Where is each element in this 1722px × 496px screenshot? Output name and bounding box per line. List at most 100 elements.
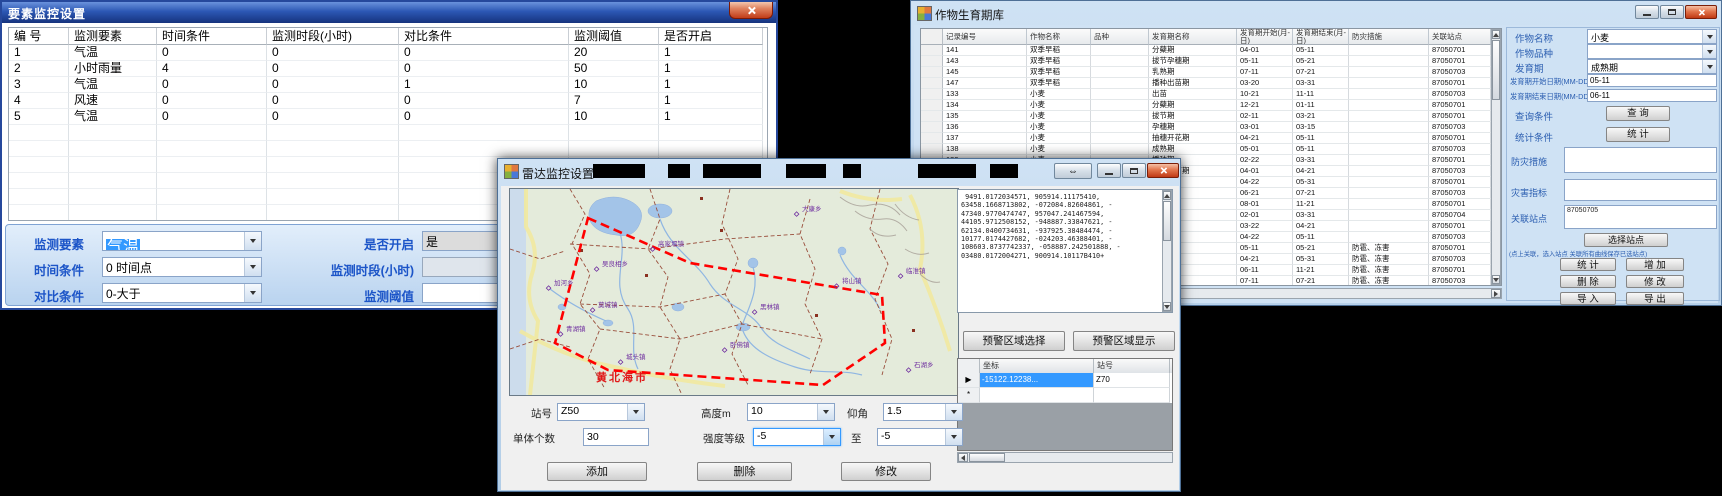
select-station-button[interactable]: 选择站点 [1584, 233, 1668, 247]
minimize-button[interactable] [1635, 5, 1659, 19]
table-row[interactable]: 5气温000101 [9, 109, 767, 125]
intensity-to-combobox[interactable]: -5 [877, 428, 963, 446]
chevron-down-icon[interactable] [823, 429, 840, 445]
table-vertical-scrollbar[interactable] [1491, 29, 1501, 285]
compare-condition-combobox[interactable]: 0-大于 [102, 283, 262, 303]
grid-horizontal-scrollbar[interactable] [957, 452, 1173, 463]
chevron-down-icon[interactable] [945, 429, 962, 445]
stat-button[interactable]: 统 计 [1606, 127, 1670, 142]
crop-name-combobox[interactable]: 小麦 [1587, 29, 1717, 44]
column-header[interactable]: 品种 [1091, 29, 1149, 45]
column-header[interactable]: 时间条件 [157, 28, 267, 45]
add-button[interactable]: 添加 [547, 462, 647, 481]
station-combobox[interactable]: Z50 [557, 403, 645, 421]
column-header[interactable] [958, 359, 980, 373]
maximize-button[interactable] [1122, 163, 1146, 178]
table-row[interactable]: 135小麦拔节期02-1103-2187050701 [921, 111, 1501, 122]
chevron-down-icon[interactable] [817, 404, 834, 420]
scroll-up-icon[interactable] [1163, 191, 1171, 200]
close-button[interactable] [729, 2, 773, 19]
stat-action-button[interactable]: 统 计 [1560, 258, 1616, 271]
delete-button[interactable]: 删除 [697, 462, 792, 481]
scroll-down-icon[interactable] [1163, 302, 1171, 311]
column-header[interactable]: 坐标 [980, 359, 1094, 373]
scroll-left-icon[interactable] [958, 453, 968, 462]
chevron-down-icon[interactable] [244, 232, 261, 250]
column-header[interactable]: 监测时段(小时) [267, 28, 399, 45]
table-row[interactable]: 134小麦分蘖期12-2101-1187050701 [921, 100, 1501, 111]
table-row[interactable]: ▶-15122.12238...Z70 [958, 373, 1172, 388]
chevron-down-icon[interactable] [945, 404, 962, 420]
table-row[interactable]: 136小麦孕穗期03-0103-1587050703 [921, 122, 1501, 133]
stations-textarea[interactable]: 87050705 [1564, 205, 1717, 229]
column-header[interactable]: 是否开启 [659, 28, 763, 45]
maximize-button[interactable] [1660, 5, 1684, 19]
modify-action-button[interactable]: 修 改 [1626, 275, 1684, 288]
minimize-button[interactable] [1097, 163, 1121, 178]
column-header[interactable]: 监测阈值 [569, 28, 659, 45]
add-action-button[interactable]: 增 加 [1626, 258, 1684, 271]
column-header[interactable]: 发育期开始(月-日) [1237, 29, 1293, 45]
crop-variety-combobox[interactable] [1587, 44, 1717, 59]
column-header[interactable]: 发育期名称 [1149, 29, 1237, 45]
titlebar[interactable]: 要素监控设置 [2, 2, 776, 23]
table-row[interactable]: 4风速00071 [9, 93, 767, 109]
table-row[interactable]: 137小麦抽穗开花期04-2105-1187050701 [921, 133, 1501, 144]
table-row[interactable]: 133小麦出苗10-2111-1187050703 [921, 89, 1501, 100]
element-combobox[interactable]: 气温 [102, 231, 262, 251]
modify-button[interactable]: 修改 [841, 462, 931, 481]
table-row[interactable]: 147双季早稻播种出苗期03-2003-3187050701 [921, 78, 1501, 89]
column-header[interactable]: 发育期结束(月-日) [1293, 29, 1349, 45]
cell-count-input[interactable]: 30 [583, 428, 649, 446]
column-header[interactable]: 记录编号 [943, 29, 1027, 45]
table-row[interactable]: * [958, 388, 1172, 403]
table-row[interactable]: 143双季早稻拔节孕穗期05-1105-2187050701 [921, 56, 1501, 67]
scroll-down-icon[interactable] [1492, 275, 1500, 284]
column-header[interactable] [921, 29, 943, 45]
scroll-up-icon[interactable] [1492, 30, 1500, 39]
coords-vertical-scrollbar[interactable] [1162, 190, 1172, 312]
measures-textarea[interactable] [1564, 147, 1717, 173]
height-combobox[interactable]: 10 [747, 403, 835, 421]
close-button[interactable] [1685, 5, 1717, 19]
chevron-down-icon[interactable] [627, 404, 644, 420]
chevron-down-icon[interactable] [1702, 45, 1716, 58]
query-button[interactable]: 查 询 [1606, 106, 1670, 121]
polygon-coordinates-textarea[interactable]: 9491.0172034571, 905914.11175410, 63458.… [957, 189, 1173, 313]
table-row[interactable]: 145双季早稻乳熟期07-1107-2187050703 [921, 67, 1501, 78]
indicator-textarea[interactable] [1564, 179, 1717, 201]
time-condition-combobox[interactable]: 0 时间点 [102, 257, 262, 277]
delete-action-button[interactable]: 删 除 [1560, 275, 1616, 288]
intensity-combobox[interactable]: -5 [753, 428, 841, 446]
table-row[interactable] [9, 141, 767, 157]
chevron-down-icon[interactable] [1702, 30, 1716, 43]
table-row[interactable]: 2小时雨量400501 [9, 61, 767, 77]
table-row[interactable]: 138小麦成熟期05-0105-1187050703 [921, 144, 1501, 155]
swap-view-button[interactable]: ⇔ [1054, 163, 1092, 179]
column-header[interactable]: 防灾措施 [1349, 29, 1429, 45]
table-row[interactable]: 1气温000201 [9, 45, 767, 61]
table-row[interactable]: 3气温001101 [9, 77, 767, 93]
export-action-button[interactable]: 导 出 [1626, 292, 1684, 305]
stage-end-input[interactable]: 06-11 [1587, 89, 1717, 102]
map[interactable]: 黄北海市 高家堰镇吴良相乡加河乡莫城镇将山镇临淮镇大康乡卧佛镇石湖乡城头镇青湖镇… [509, 188, 959, 396]
chevron-down-icon[interactable] [244, 258, 261, 276]
chevron-down-icon[interactable] [1702, 60, 1716, 73]
column-header[interactable]: 关联站点 [1429, 29, 1491, 45]
import-action-button[interactable]: 导 入 [1560, 292, 1616, 305]
scroll-thumb[interactable] [969, 453, 1005, 462]
column-header[interactable]: 编 号 [9, 28, 69, 45]
warning-area-select-button[interactable]: 预警区域选择 [963, 331, 1065, 351]
scroll-thumb[interactable] [1163, 201, 1171, 241]
column-header[interactable]: 站号 [1094, 359, 1170, 373]
stage-start-input[interactable]: 05-11 [1587, 74, 1717, 87]
titlebar[interactable]: 作物生育期库 [911, 1, 1721, 25]
warning-area-show-button[interactable]: 预警区域显示 [1073, 331, 1175, 351]
elevation-combobox[interactable]: 1.5 [883, 403, 963, 421]
chevron-down-icon[interactable] [244, 284, 261, 302]
column-header[interactable]: 对比条件 [399, 28, 569, 45]
scroll-thumb[interactable] [1492, 40, 1500, 100]
column-header[interactable]: 监测要素 [69, 28, 157, 45]
table-row[interactable] [9, 125, 767, 141]
growth-stage-combobox[interactable]: 成熟期 [1587, 59, 1717, 74]
